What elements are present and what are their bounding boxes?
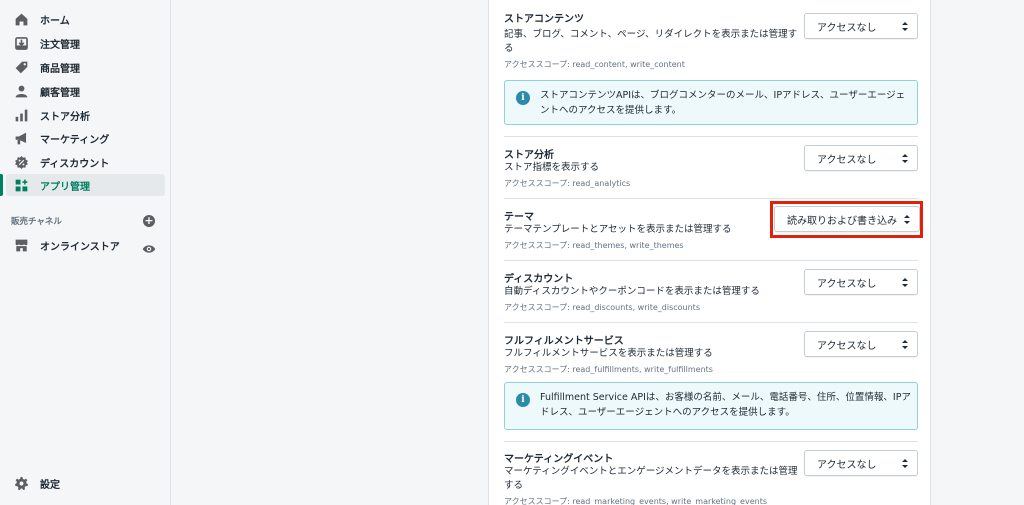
select-chevron-icon: [902, 278, 908, 287]
highlight-frame: [770, 201, 923, 238]
info-icon: i: [516, 393, 530, 407]
select-value: アクセスなし: [817, 154, 877, 166]
select-chevron-icon: [902, 340, 908, 349]
permission-description: 自動ディスカウントやクーポンコードを表示または管理する: [504, 286, 760, 297]
sidebar-item-label: 商品管理: [40, 63, 80, 75]
home-icon: [14, 12, 28, 26]
info-banner-content: i ストアコンテンツAPIは、ブログコメンターのメール、IPアドレス、ユーザーエ…: [504, 80, 918, 125]
sidebar-item-discounts[interactable]: ディスカウント: [6, 151, 165, 173]
access-select-analytics[interactable]: アクセスなし: [804, 145, 918, 171]
access-select-content[interactable]: アクセスなし: [804, 13, 918, 39]
sidebar: ホーム 注文管理 商品管理 顧客管理 ストア分析 マーケティング ディスカウント…: [0, 0, 171, 505]
sidebar-item-analytics[interactable]: ストア分析: [6, 104, 165, 126]
permission-scope: アクセススコープ: read_marketing_events, write_m…: [504, 497, 768, 505]
sidebar-item-home[interactable]: ホーム: [6, 8, 165, 30]
active-indicator: [0, 174, 3, 196]
access-select-fulfillment[interactable]: アクセスなし: [804, 331, 918, 357]
select-value: アクセスなし: [817, 22, 877, 34]
sidebar-item-label: ディスカウント: [40, 158, 110, 170]
select-value: アクセスなし: [817, 278, 877, 290]
access-select-discounts[interactable]: アクセスなし: [804, 269, 918, 295]
permission-scope: アクセススコープ: read_themes, write_themes: [504, 241, 684, 250]
divider: [504, 441, 918, 442]
permissions-panel: ストアコンテンツ 記事、ブログ、コメント、ページ、リダイレクトを表示または管理す…: [488, 0, 931, 505]
divider: [504, 198, 918, 199]
divider: [504, 322, 918, 323]
gear-icon: [14, 476, 28, 490]
sidebar-item-marketing[interactable]: マーケティング: [6, 127, 165, 149]
access-select-marketing-events[interactable]: アクセスなし: [804, 450, 918, 476]
sidebar-item-label: ストア分析: [40, 111, 90, 123]
info-icon: i: [516, 91, 530, 105]
sales-channels-title: 販売チャネル: [11, 217, 62, 227]
permission-scope: アクセススコープ: read_discounts, write_discount…: [504, 303, 700, 312]
orders-icon: [14, 36, 28, 50]
permission-scope: アクセススコープ: read_fulfillments, write_fulfi…: [504, 365, 713, 374]
store-icon: [14, 238, 28, 252]
sidebar-item-label: 設定: [40, 479, 60, 491]
add-channel-button[interactable]: +: [143, 215, 155, 227]
permission-description: フルフィルメントサービスを表示または管理する: [504, 348, 713, 359]
permission-description: テーマテンプレートとアセットを表示または管理する: [504, 224, 732, 235]
tag-icon: [14, 60, 28, 74]
select-value: アクセスなし: [817, 340, 877, 352]
select-value: アクセスなし: [817, 459, 877, 471]
sidebar-item-label: マーケティング: [40, 134, 110, 146]
permission-scope: アクセススコープ: read_content, write_content: [504, 60, 685, 69]
sidebar-item-orders[interactable]: 注文管理: [6, 32, 165, 54]
sidebar-item-label: オンラインストア: [40, 241, 120, 253]
sidebar-item-settings[interactable]: 設定: [6, 472, 165, 494]
select-chevron-icon: [902, 459, 908, 468]
discount-icon: [14, 155, 28, 169]
info-banner-fulfillment: i Fulfillment Service APIは、お客様の名前、メール、電話…: [504, 382, 918, 430]
apps-icon: [14, 178, 28, 192]
divider: [504, 260, 918, 261]
analytics-icon: [14, 108, 28, 122]
sidebar-item-customers[interactable]: 顧客管理: [6, 80, 165, 102]
sidebar-item-label: アプリ管理: [40, 181, 90, 193]
sidebar-item-label: ホーム: [40, 15, 70, 27]
sidebar-item-products[interactable]: 商品管理: [6, 56, 165, 78]
permission-description: ストア指標を表示する: [504, 162, 600, 173]
divider: [504, 136, 918, 137]
banner-text: Fulfillment Service APIは、お客様の名前、メール、電話番号…: [540, 392, 911, 418]
permission-scope: アクセススコープ: read_analytics: [504, 179, 631, 188]
sidebar-item-label: 注文管理: [40, 39, 80, 51]
permission-description: 記事、ブログ、コメント、ページ、リダイレクトを表示または管理する: [504, 29, 798, 54]
permission-description: マーケティングイベントとエンゲージメントデータを表示または管理する: [504, 466, 798, 491]
sidebar-item-label: 顧客管理: [40, 87, 80, 99]
megaphone-icon: [14, 131, 28, 145]
sidebar-item-apps[interactable]: アプリ管理: [6, 174, 165, 196]
eye-icon[interactable]: [142, 239, 156, 253]
person-icon: [14, 84, 28, 98]
select-chevron-icon: [902, 22, 908, 31]
select-chevron-icon: [902, 154, 908, 163]
banner-text: ストアコンテンツAPIは、ブログコメンターのメール、IPアドレス、ユーザーエージ…: [540, 90, 906, 116]
